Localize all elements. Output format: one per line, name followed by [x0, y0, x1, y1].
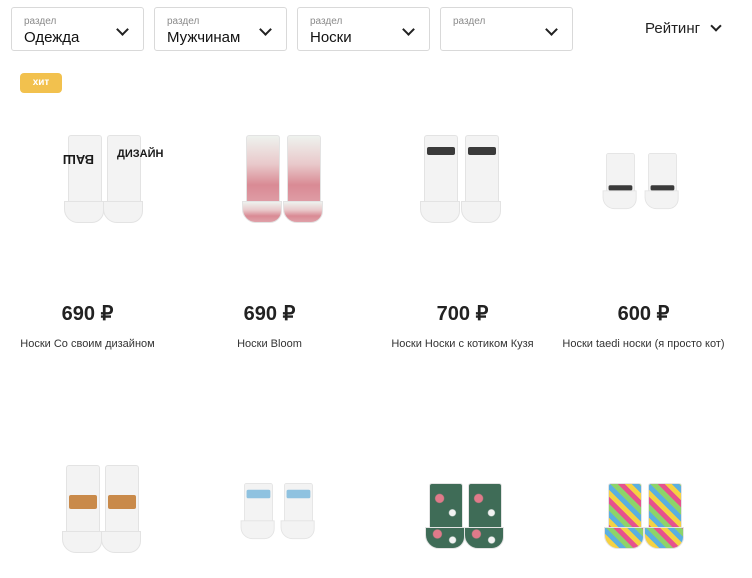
product-image [405, 455, 520, 578]
filter-label: раздел [24, 16, 57, 27]
filter-label: раздел [453, 16, 486, 27]
product-title[interactable]: Носки Bloom [182, 336, 357, 352]
product-image: ВАШ ДИЗАЙН [30, 125, 163, 250]
product-image [586, 455, 701, 578]
product-price: 600 ₽ [617, 303, 670, 325]
filter-section-socks[interactable]: раздел Носки [297, 7, 430, 51]
product-image [212, 455, 327, 578]
filter-value: Одежда [24, 29, 80, 46]
filter-value: Носки [310, 29, 352, 46]
chevron-down-icon [259, 23, 272, 36]
filter-label: раздел [310, 16, 343, 27]
product-title[interactable]: Носки Носки с котиком Кузя [375, 336, 550, 352]
filter-section-men[interactable]: раздел Мужчинам [154, 7, 287, 51]
product-image [586, 125, 701, 250]
product-price: 700 ₽ [436, 303, 489, 325]
filter-section-empty[interactable]: раздел [440, 7, 573, 51]
product-price: 690 ₽ [243, 303, 296, 325]
chevron-down-icon [710, 20, 722, 32]
filter-label: раздел [167, 16, 200, 27]
product-image [212, 125, 327, 250]
chevron-down-icon [402, 23, 415, 36]
product-image [405, 125, 520, 250]
product-title[interactable]: Носки taedi носки (я просто кот) [556, 336, 731, 352]
product-price: 690 ₽ [61, 303, 114, 325]
product-title[interactable]: Носки Со своим дизайном [0, 336, 175, 352]
sort-dropdown[interactable]: Рейтинг [645, 20, 745, 40]
hit-badge: хит [20, 73, 62, 93]
chevron-down-icon [116, 23, 129, 36]
filter-section-clothing[interactable]: раздел Одежда [11, 7, 144, 51]
filter-bar: раздел Одежда раздел Мужчинам раздел Нос… [11, 7, 573, 51]
sort-value: Рейтинг [645, 20, 701, 37]
filter-value: Мужчинам [167, 29, 241, 46]
chevron-down-icon [545, 23, 558, 36]
product-image [30, 455, 145, 578]
